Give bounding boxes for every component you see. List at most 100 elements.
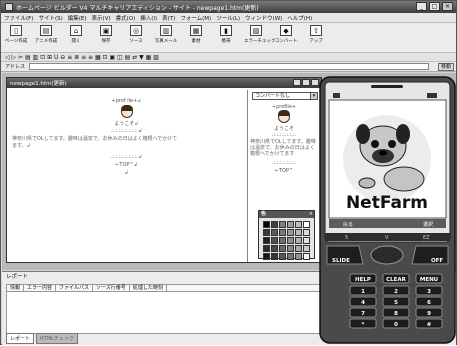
open-button[interactable]: ⌂ 開く (64, 25, 88, 44)
column-header[interactable]: エラー内容 (24, 285, 57, 291)
go-button[interactable]: 移動 (438, 63, 454, 71)
doc-maximize-button[interactable] (302, 79, 310, 86)
color-swatch[interactable] (263, 253, 270, 260)
convert-button[interactable]: ◆ コンバート (274, 25, 298, 44)
color-swatch[interactable] (279, 245, 286, 252)
column-header[interactable]: 処理した時刻 (130, 285, 167, 291)
upload-icon: ⇧ (310, 25, 322, 36)
nav-key-ez[interactable]: EZ (423, 235, 430, 241)
color-swatch[interactable] (295, 221, 302, 228)
save-button[interactable]: ▣ 保存 (94, 25, 118, 44)
menu-view[interactable]: 表示(V) (92, 14, 111, 22)
mobile-button[interactable]: ▮ 携帯 (214, 25, 238, 44)
color-swatch[interactable] (279, 253, 286, 260)
format-toolbar-icons[interactable]: ◁ ▷ ✂ ▤ ▥ ⊡ ⊞ U ⊖ ≡ ≣ ≡ ≡ ▦ ⊡ ▣ ◫ ▤ ⇄ ▼ … (5, 54, 159, 61)
menu-format[interactable]: 書式(O) (116, 14, 136, 22)
color-swatch[interactable] (303, 221, 310, 228)
nav-key-down[interactable]: V (385, 235, 389, 241)
color-swatch[interactable] (287, 237, 294, 244)
key-3[interactable]: 3 (415, 285, 443, 296)
key-4[interactable]: 4 (349, 296, 377, 307)
color-swatch[interactable] (263, 237, 270, 244)
column-header[interactable]: ソース行番号 (93, 285, 130, 291)
soft-key-right[interactable]: 選択 (423, 221, 433, 228)
animation-button[interactable]: ▤ アニメ作成 (34, 25, 58, 44)
color-swatch[interactable] (303, 253, 310, 260)
menu-tools[interactable]: ツール(L) (216, 14, 240, 22)
key-8[interactable]: 8 (382, 307, 410, 318)
preview-top-link[interactable]: ←TOP^ (248, 168, 320, 174)
color-swatch[interactable] (287, 253, 294, 260)
column-header[interactable]: 情報 (7, 285, 25, 291)
tab-html-check[interactable]: HTMLチェック (36, 333, 78, 344)
color-swatch[interactable] (279, 221, 286, 228)
color-swatch[interactable] (279, 237, 286, 244)
key-hash[interactable]: # (415, 318, 443, 329)
color-swatch[interactable] (295, 253, 302, 260)
address-input[interactable] (29, 63, 430, 70)
key-clear[interactable]: CLEAR (382, 273, 410, 284)
color-swatch[interactable] (295, 229, 302, 236)
maximize-button[interactable]: □ (429, 2, 440, 11)
color-swatch[interactable] (287, 229, 294, 236)
nav-key-5[interactable]: 5 (345, 235, 348, 241)
doc-close-button[interactable] (311, 79, 319, 86)
color-swatch[interactable] (271, 221, 278, 228)
color-swatch[interactable] (303, 237, 310, 244)
source-button[interactable]: ◎ ソース (124, 25, 148, 44)
key-9[interactable]: 9 (415, 307, 443, 318)
color-swatch[interactable] (263, 229, 270, 236)
key-0[interactable]: 0 (382, 318, 410, 329)
color-swatch[interactable] (287, 221, 294, 228)
key-2[interactable]: 2 (382, 285, 410, 296)
doc-minimize-button[interactable] (293, 79, 301, 86)
key-menu[interactable]: MENU (415, 273, 443, 284)
color-swatch[interactable] (271, 245, 278, 252)
key-7[interactable]: 7 (349, 307, 377, 318)
menu-file[interactable]: ファイル(F) (4, 14, 33, 22)
menu-form[interactable]: フォーム(M) (180, 14, 211, 22)
key-1[interactable]: 1 (349, 285, 377, 296)
menu-edit[interactable]: 編集(E) (68, 14, 87, 22)
tab-report[interactable]: レポート (6, 333, 35, 344)
color-swatch[interactable] (303, 229, 310, 236)
photo-mail-button[interactable]: ▥ 写真メール (154, 25, 178, 44)
column-header[interactable]: ファイルパス (56, 285, 94, 291)
key-6[interactable]: 6 (415, 296, 443, 307)
upload-button[interactable]: ⇧ アップ (304, 25, 328, 44)
menu-window[interactable]: ウィンドウ(W) (245, 14, 282, 22)
color-swatch[interactable] (295, 237, 302, 244)
top-link[interactable]: ←TOP^↲ (9, 162, 244, 168)
menu-site[interactable]: サイト(S) (38, 14, 62, 22)
menu-help[interactable]: ヘルプ(H) (287, 14, 312, 22)
key-5[interactable]: 5 (382, 296, 410, 307)
close-button[interactable]: × (442, 2, 453, 11)
error-check-button[interactable]: ▧ エラーチェック (244, 25, 276, 44)
color-palette: 色 × (258, 210, 315, 260)
report-tabs: レポート HTMLチェック (6, 333, 78, 344)
key-star[interactable]: * (349, 318, 377, 329)
menu-table[interactable]: 表(T) (162, 14, 175, 22)
color-swatch[interactable] (271, 229, 278, 236)
color-swatch[interactable] (279, 229, 286, 236)
slide-button-label: SLIDE (332, 258, 350, 264)
color-swatch[interactable] (303, 245, 310, 252)
palette-close-icon[interactable]: × (309, 211, 313, 218)
minimize-button[interactable]: _ (416, 2, 427, 11)
window-title: ホームページ ビルダー V4 マルチキャリアエディション - サイト - new… (16, 4, 259, 12)
material-button[interactable]: ▦ 素材 (184, 25, 208, 44)
key-help[interactable]: HELP (349, 273, 377, 284)
convert-select[interactable]: コンバートなし ▾ (252, 92, 318, 100)
dpad-button[interactable] (370, 245, 404, 265)
soft-key-left[interactable]: 戻る (343, 221, 353, 228)
color-swatch[interactable] (263, 245, 270, 252)
menu-insert[interactable]: 挿入(I) (140, 14, 157, 22)
color-swatch[interactable] (287, 245, 294, 252)
report-list[interactable] (6, 292, 321, 334)
new-page-button[interactable]: ▯ ページ作成 (4, 25, 28, 44)
color-swatch[interactable] (295, 245, 302, 252)
color-swatch[interactable] (263, 221, 270, 228)
edit-pane[interactable]: +prof ile+↲ ようこそ↲ .:.:.:.:.:.:.:.:.↲ 神奈川… (9, 90, 244, 262)
color-swatch[interactable] (271, 237, 278, 244)
color-swatch[interactable] (271, 253, 278, 260)
